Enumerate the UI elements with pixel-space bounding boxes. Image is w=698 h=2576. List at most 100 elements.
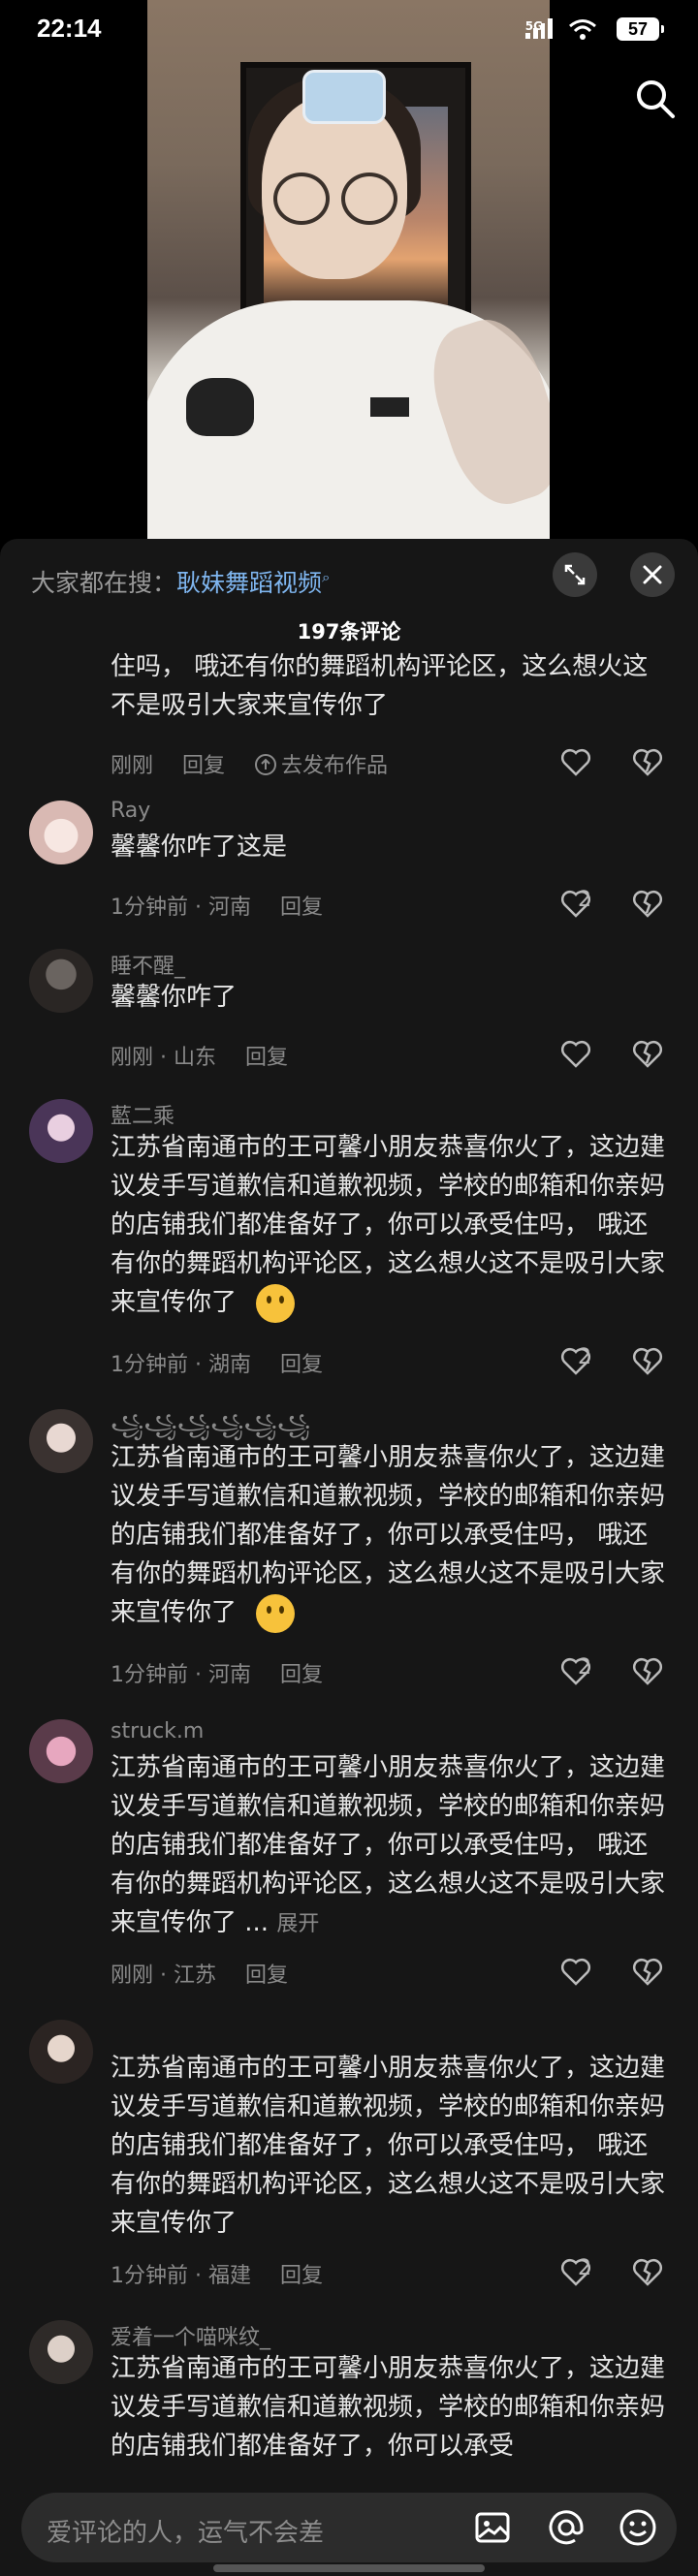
comment-body: 江苏省南通市的王可馨小朋友恭喜你火了，这边建议发手写道歉信和道歉视频，学校的邮箱…: [111, 1753, 666, 1937]
heart-icon[interactable]: [556, 886, 634, 921]
like-count: 2: [578, 888, 591, 912]
status-bar: 22:14 5G 57: [0, 0, 698, 62]
heart-icon[interactable]: [556, 1954, 634, 1989]
comment-location: 河南: [207, 895, 251, 920]
emoji-icon: [256, 1593, 296, 1633]
avatar[interactable]: [29, 1719, 93, 1783]
comment-text: 馨馨你咋了: [111, 983, 238, 1012]
reply-button[interactable]: 回复: [245, 1963, 288, 1988]
search-icon[interactable]: [634, 78, 677, 120]
expand-link[interactable]: 展开: [276, 1912, 319, 1936]
at-icon[interactable]: [545, 2506, 587, 2549]
comment-meta: 刚刚 · 山东 回复: [111, 1046, 289, 1070]
comment-text: 江苏省南通市的王可馨小朋友恭喜你火了，这边建议发手写道歉信和道歉视频，学校的邮箱…: [111, 2054, 666, 2238]
comment-meta: 1分钟前 · 湖南 回复: [111, 1353, 324, 1377]
comment-meta: 1分钟前 · 福建 回复: [111, 2264, 324, 2288]
avatar[interactable]: [29, 1099, 93, 1163]
avatar[interactable]: [29, 1409, 93, 1473]
heart-icon[interactable]: [556, 1343, 634, 1378]
comment-text: 江苏省南通市的王可馨小朋友恭喜你火了，这边建议发手写道歉信和道歉视频，学校的邮箱…: [111, 1128, 665, 1323]
home-indicator: [213, 2564, 485, 2572]
comment-username[interactable]: struck.m: [111, 1719, 204, 1744]
broken-heart-icon[interactable]: [630, 886, 665, 921]
comment-meta: 刚刚 回复 去发布作品: [111, 748, 388, 779]
comment-username[interactable]: 爱着一个喵咪纹_: [111, 2320, 270, 2351]
reply-button[interactable]: 回复: [280, 1353, 323, 1377]
glasses-left: [273, 173, 330, 225]
heart-icon[interactable]: [556, 1653, 634, 1688]
broken-heart-icon[interactable]: [630, 1653, 665, 1688]
comment-count: 197条评论: [297, 620, 401, 644]
comment-username[interactable]: 睡不醒_: [111, 949, 185, 980]
publish-link[interactable]: 去发布作品: [254, 754, 388, 778]
broken-heart-icon[interactable]: [630, 744, 665, 779]
avatar[interactable]: [29, 949, 93, 1013]
emoji-icon: [256, 1283, 296, 1323]
comment-location: 河南: [207, 1663, 251, 1687]
comment-location: 湖南: [207, 1353, 251, 1377]
comment-input[interactable]: 爱评论的人，运气不会差: [21, 2493, 677, 2562]
broken-heart-icon[interactable]: [630, 1954, 665, 1989]
comment-meta: 1分钟前 · 河南 回复: [111, 895, 324, 920]
comment-location: 山东: [174, 1046, 217, 1070]
heart-icon[interactable]: [556, 744, 634, 779]
hot-search-label: 大家都在搜：: [31, 569, 177, 597]
avatar[interactable]: [29, 801, 93, 864]
comment-time: 刚刚: [111, 754, 154, 778]
comment-time: 刚刚: [111, 1046, 154, 1070]
battery-icon: 57: [617, 17, 664, 41]
glasses-right: [341, 173, 397, 225]
broken-heart-icon[interactable]: [630, 1036, 665, 1071]
comment-time: 1分钟前: [111, 1353, 188, 1377]
comment-text: 江苏省南通市的王可馨小朋友恭喜你火了，这边建议发手写道歉信和道歉视频，学校的邮箱…: [111, 1438, 665, 1633]
comment-location: 江苏: [174, 1963, 217, 1988]
broken-heart-icon[interactable]: [630, 1343, 665, 1378]
reply-button[interactable]: 回复: [182, 754, 225, 778]
comment-time: 1分钟前: [111, 2264, 188, 2288]
wifi-icon: [569, 19, 596, 40]
comment-body: 江苏省南通市的王可馨小朋友恭喜你火了，这边建议发手写道歉信和道歉视频，学校的邮箱…: [111, 1133, 666, 1317]
publish-label: 去发布作品: [281, 754, 389, 778]
comment-panel: 大家都在搜：耿妹舞蹈视频⌕ 197条评论 住吗， 哦还有你的舞蹈机构评论区，这么…: [0, 539, 698, 2576]
hair-roller: [302, 70, 386, 124]
shirt-graphic: [186, 378, 254, 436]
comment-meta: 刚刚 · 江苏 回复: [111, 1963, 289, 1988]
video-player[interactable]: [147, 0, 550, 543]
comment-text: 馨馨你咋了这是: [111, 832, 288, 862]
hot-search-term[interactable]: 耿妹舞蹈视频: [176, 569, 322, 597]
comment-input-bar: 爱评论的人，运气不会差: [0, 2479, 698, 2576]
close-button[interactable]: [630, 552, 675, 597]
comment-location: 福建: [207, 2264, 251, 2288]
avatar[interactable]: [29, 2320, 93, 2384]
like-count: 2: [578, 1655, 591, 1680]
expand-button[interactable]: [553, 552, 597, 597]
like-count: 2: [578, 2256, 591, 2280]
comment-text: 江苏省南通市的王可馨小朋友恭喜你火了，这边建议发手写道歉信和道歉视频，学校的邮箱…: [111, 2354, 665, 2461]
comment-time: 1分钟前: [111, 895, 188, 920]
comment-body: 江苏省南通市的王可馨小朋友恭喜你火了，这边建议发手写道歉信和道歉视频，学校的邮箱…: [111, 1443, 666, 1627]
comment-username[interactable]: 藍二乘: [111, 1099, 174, 1130]
heart-icon[interactable]: [556, 1036, 634, 1071]
upload-icon: [255, 754, 277, 775]
comment-text: 江苏省南通市的王可馨小朋友恭喜你火了，这边建议发手写道歉信和道歉视频，学校的邮箱…: [111, 1748, 665, 1944]
heart-icon[interactable]: [556, 2254, 634, 2289]
image-icon[interactable]: [471, 2506, 514, 2549]
signal-icon: [525, 17, 553, 39]
broken-heart-icon[interactable]: [630, 2254, 665, 2289]
reply-button[interactable]: 回复: [280, 2264, 323, 2288]
comment-text: 住吗， 哦还有你的舞蹈机构评论区，这么想火这不是吸引大家来宣传你了: [111, 652, 649, 720]
reply-button[interactable]: 回复: [280, 1663, 323, 1687]
reply-button[interactable]: 回复: [280, 895, 323, 920]
avatar[interactable]: [29, 2020, 93, 2084]
search-small-icon: ⌕: [322, 568, 331, 586]
shirt-logo: [370, 397, 409, 417]
reply-button[interactable]: 回复: [245, 1046, 288, 1070]
comment-username[interactable]: Ray: [111, 799, 150, 823]
emoji-icon[interactable]: [617, 2506, 659, 2549]
comment-input-placeholder: 爱评论的人，运气不会差: [47, 2519, 325, 2548]
comment-time: 1分钟前: [111, 1663, 188, 1687]
comment-meta: 1分钟前 · 河南 回复: [111, 1663, 324, 1687]
status-time: 22:14: [37, 14, 102, 43]
hot-search[interactable]: 大家都在搜：耿妹舞蹈视频⌕: [31, 564, 330, 599]
comment-time: 刚刚: [111, 1963, 154, 1988]
